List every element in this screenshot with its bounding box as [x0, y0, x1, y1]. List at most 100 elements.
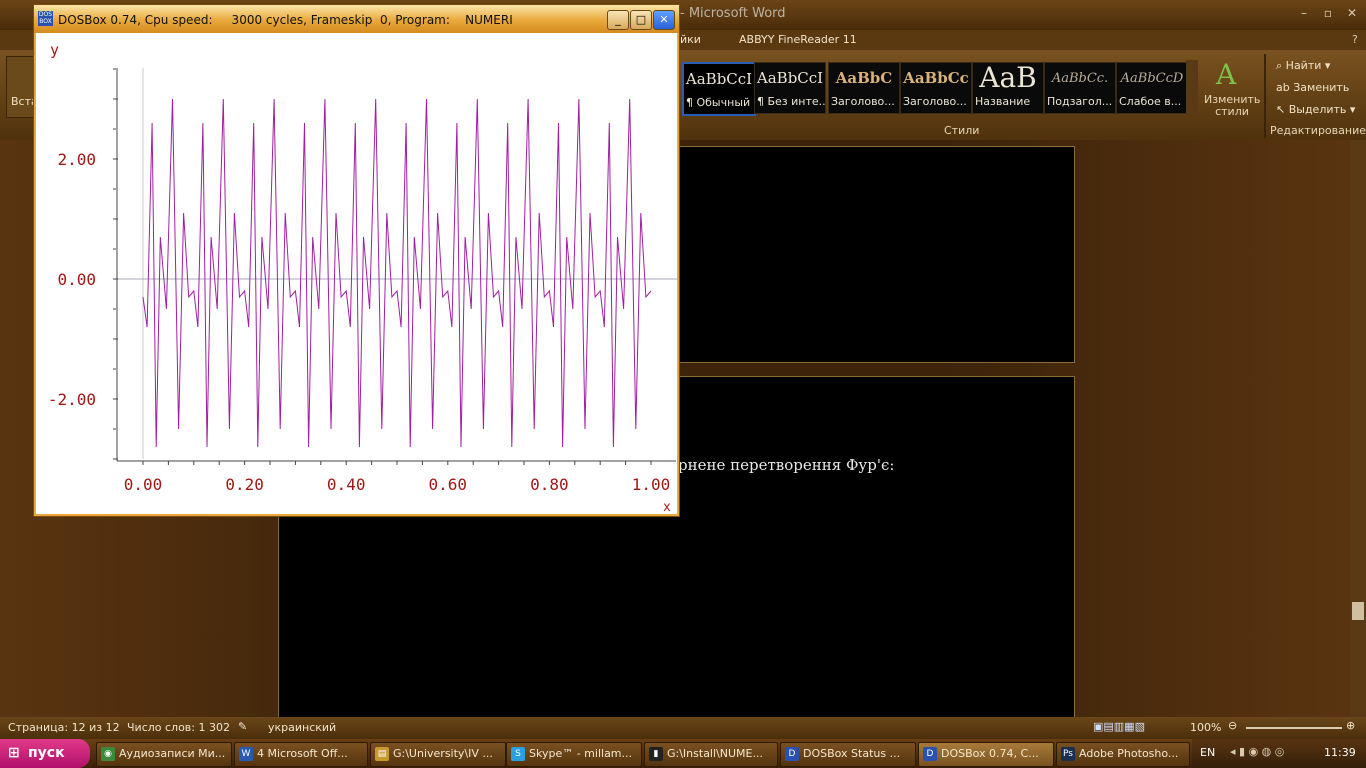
document-page-1[interactable]	[678, 146, 1075, 363]
style-sample: AaBbCcD	[1120, 71, 1184, 86]
word-icon: W	[239, 747, 253, 761]
word-restore-button[interactable]: ▫	[1316, 4, 1340, 22]
style-item[interactable]: AaBbCc. Подзагол...	[1044, 62, 1116, 114]
folder-icon: ▤	[375, 747, 389, 761]
binoculars-icon: ⌕	[1276, 59, 1286, 72]
y-axis-label: y	[50, 41, 59, 59]
dosbox-title-bar[interactable]: DOS BOX DOSBox 0.74, Cpu speed: 3000 cyc…	[34, 5, 679, 33]
start-label: пуск	[28, 745, 65, 761]
signal-line	[142, 98, 652, 448]
style-item[interactable]: AaBbCcD Слабое в...	[1116, 62, 1188, 114]
x-tick-label: 0.00	[124, 475, 163, 494]
replace-icon: ab	[1276, 81, 1294, 94]
dosbox-icon: D	[785, 747, 799, 761]
y-tick-label: -2.00	[48, 390, 96, 409]
word-count[interactable]: Число слов: 1 302	[127, 721, 230, 734]
taskbar-task[interactable]: W 4 Microsoft Off...	[234, 742, 368, 767]
page-count[interactable]: Страница: 12 из 12	[8, 721, 120, 734]
tray-icons[interactable]: ◂ ▮ ◉ ◍ ◎	[1230, 745, 1284, 758]
tab-addins[interactable]: йки	[680, 33, 701, 46]
zoom-out-icon[interactable]: ⊖	[1228, 719, 1237, 732]
style-label: Подзагол...	[1047, 95, 1113, 108]
dosbox-window[interactable]: DOS BOX DOSBox 0.74, Cpu speed: 3000 cyc…	[33, 4, 680, 517]
y-tick-label: 2.00	[57, 150, 96, 169]
change-styles-label: Изменить стили	[1204, 93, 1261, 118]
system-tray: EN ◂ ▮ ◉ ◍ ◎ 11:39	[1192, 739, 1366, 768]
help-icon[interactable]: ?	[1352, 33, 1358, 46]
style-sample: AaB	[979, 61, 1037, 94]
style-item[interactable]: AaBbCcI ¶ Обычный	[682, 62, 756, 116]
style-label: ¶ Обычный	[686, 96, 751, 109]
task-label: G:\Install\NUME...	[667, 747, 763, 760]
status-bar: Страница: 12 из 12 Число слов: 1 302 ✎ у…	[0, 717, 1366, 739]
find-button[interactable]: ⌕ Найти ▾	[1276, 59, 1330, 73]
style-label: Слабое в...	[1119, 95, 1182, 108]
taskbar-task[interactable]: ▮ G:\Install\NUME...	[644, 742, 778, 767]
style-item[interactable]: AaBbCcI ¶ Без инте...	[754, 62, 826, 114]
tab-abbyy[interactable]: ABBYY FineReader 11	[739, 33, 857, 46]
plot: 2.00 0.00 -2.00 0.00 0.20 0.40 0.60 0.80 1.00 y x	[48, 41, 677, 515]
cursor-icon: ↖	[1276, 103, 1289, 116]
language-indicator[interactable]: EN	[1200, 746, 1215, 759]
task-label: G:\University\IV ...	[393, 747, 493, 760]
ribbon-divider	[1264, 54, 1266, 138]
gallery-scroll[interactable]	[1186, 60, 1198, 116]
taskbar-task[interactable]: D DOSBox 0.74, C...	[918, 742, 1054, 767]
taskbar-task[interactable]: S Skype™ - millam...	[506, 742, 642, 767]
document-text: рнене перетворення Фур'є:	[678, 456, 895, 474]
taskbar-task[interactable]: ◉ Аудиозаписи Ми...	[96, 742, 232, 767]
change-styles-button[interactable]: A Изменить стили	[1204, 58, 1260, 120]
word-window-title: - Microsoft Word	[680, 6, 786, 21]
clock[interactable]: 11:39	[1324, 746, 1356, 759]
dosbox-close-button[interactable]: ✕	[653, 10, 675, 30]
chrome-icon: ◉	[101, 747, 115, 761]
find-label: Найти	[1285, 59, 1322, 72]
task-label: Аудиозаписи Ми...	[119, 747, 226, 760]
style-item[interactable]: AaBbC Заголово...	[828, 62, 900, 114]
x-tick-label: 0.80	[530, 475, 569, 494]
zoom-in-icon[interactable]: ⊕	[1346, 719, 1355, 732]
style-sample: AaBbC	[835, 69, 893, 87]
task-label: DOSBox 0.74, C...	[941, 747, 1039, 760]
zoom-slider[interactable]	[1246, 727, 1342, 729]
spellcheck-icon[interactable]: ✎	[238, 720, 247, 733]
word-minimize-button[interactable]: –	[1292, 4, 1316, 22]
zoom-level[interactable]: 100%	[1190, 721, 1221, 734]
style-item[interactable]: AaBbCc Заголово...	[900, 62, 972, 114]
style-label: Заголово...	[831, 95, 895, 108]
y-tick-label: 0.00	[57, 270, 96, 289]
x-tick-label: 0.40	[327, 475, 366, 494]
dosbox-icon: D	[923, 747, 937, 761]
language-status[interactable]: украинский	[268, 721, 336, 734]
change-styles-icon: A	[1216, 58, 1237, 91]
task-label: Skype™ - millam...	[529, 747, 633, 760]
replace-button[interactable]: ab Заменить	[1276, 81, 1349, 94]
select-button[interactable]: ↖ Выделить ▾	[1276, 103, 1355, 116]
scroll-thumb[interactable]	[1352, 602, 1364, 620]
dosbox-title: DOSBox 0.74, Cpu speed: 3000 cycles, Fra…	[58, 13, 513, 27]
photoshop-icon: Ps	[1061, 747, 1075, 761]
start-button[interactable]: ⊞ пуск	[0, 739, 90, 768]
style-label: ¶ Без инте...	[757, 95, 825, 108]
style-label: Название	[975, 95, 1031, 108]
view-buttons-icon[interactable]: ▣▤▥▦▧	[1093, 720, 1145, 733]
style-label: Заголово...	[903, 95, 967, 108]
dosbox-maximize-button[interactable]: □	[630, 10, 652, 30]
taskbar-task[interactable]: D DOSBox Status ...	[780, 742, 916, 767]
skype-icon: S	[511, 747, 525, 761]
taskbar-task[interactable]: ▤ G:\University\IV ...	[370, 742, 506, 767]
task-label: 4 Microsoft Off...	[257, 747, 348, 760]
dosbox-minimize-button[interactable]: _	[607, 10, 629, 30]
task-label: Adobe Photosho...	[1079, 747, 1179, 760]
style-item[interactable]: AaB Название	[972, 61, 1044, 114]
style-sample: AaBbCcI	[685, 70, 753, 88]
vertical-scrollbar[interactable]	[1350, 140, 1366, 717]
dosbox-screen[interactable]: 2.00 0.00 -2.00 0.00 0.20 0.40 0.60 0.80 1.00 y x	[36, 33, 677, 515]
select-label: Выделить	[1288, 103, 1347, 116]
taskbar-task[interactable]: Ps Adobe Photosho...	[1056, 742, 1190, 767]
dosbox-icon: DOS BOX	[38, 11, 53, 26]
x-tick-label: 1.00	[632, 475, 671, 494]
word-close-button[interactable]: ✕	[1340, 4, 1364, 22]
windows-logo-icon: ⊞	[8, 745, 20, 761]
x-tick-label: 0.20	[225, 475, 264, 494]
